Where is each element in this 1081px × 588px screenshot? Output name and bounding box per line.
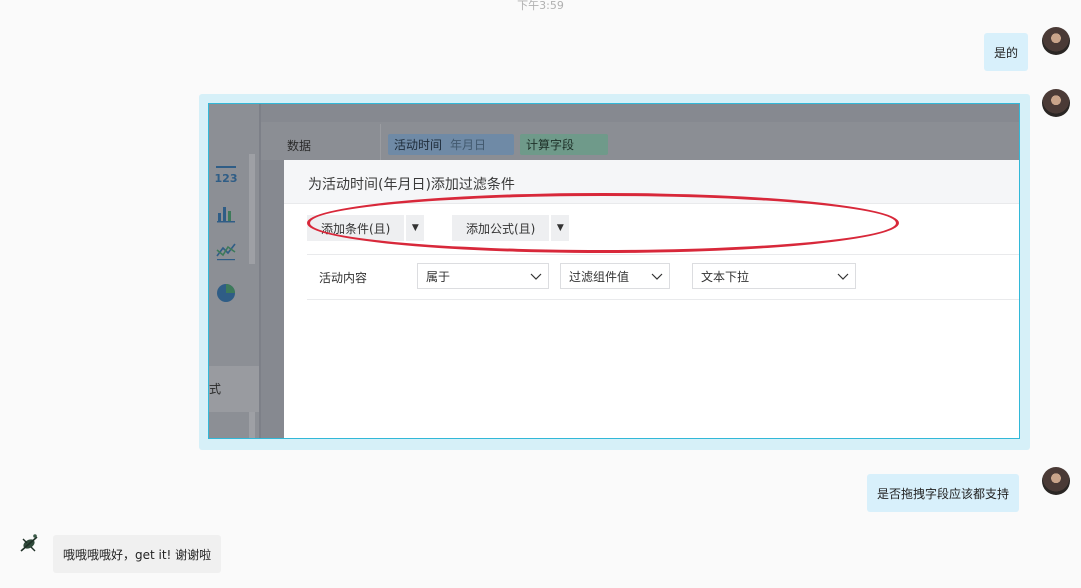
number-123-icon: 123 xyxy=(215,166,237,185)
chip-field-name: 活动时间 xyxy=(394,138,443,152)
operator-select-value: 属于 xyxy=(426,269,451,284)
bg-header-bar xyxy=(261,122,1019,160)
field-chip-time: 活动时间 年月日 xyxy=(388,134,514,155)
user-avatar[interactable] xyxy=(1042,467,1070,495)
contact-avatar-icon[interactable] xyxy=(17,531,41,555)
user-avatar[interactable] xyxy=(1042,89,1070,117)
filter-condition-row: 活动内容 属于 过滤组件值 文本下拉 xyxy=(307,254,1019,300)
pie-chart-icon xyxy=(217,284,235,302)
message-image-bubble[interactable]: 式 数据 活动时间 年月日 计算字段 123 为活动时间(年月日)添加过滤条件 … xyxy=(199,94,1030,450)
widget-select[interactable]: 文本下拉 xyxy=(692,263,856,289)
chevron-down-icon xyxy=(530,273,542,280)
user-avatar[interactable] xyxy=(1042,27,1070,55)
message-bubble-right[interactable]: 是否拖拽字段应该都支持 xyxy=(867,474,1020,512)
chevron-down-icon xyxy=(837,273,849,280)
filter-field-label: 活动内容 xyxy=(319,271,368,285)
widget-select-value: 文本下拉 xyxy=(701,269,750,284)
field-chip-calc: 计算字段 xyxy=(520,134,608,155)
chip-calc-name: 计算字段 xyxy=(526,138,575,152)
red-annotation-ellipse xyxy=(307,193,899,253)
message-text: 哦哦哦哦好，get it! 谢谢啦 xyxy=(63,547,212,562)
dialog-title: 为活动时间(年月日)添加过滤条件 xyxy=(308,177,515,193)
message-text: 是的 xyxy=(994,45,1019,60)
line-chart-icon xyxy=(216,243,236,261)
chat-timestamp: 下午3:59 xyxy=(517,0,564,12)
svg-text:123: 123 xyxy=(215,172,237,185)
operator-select[interactable]: 属于 xyxy=(417,263,549,289)
chip-field-sub: 年月日 xyxy=(450,138,487,152)
bar-chart-icon xyxy=(217,207,235,223)
message-text: 是否拖拽字段应该都支持 xyxy=(877,486,1010,501)
message-bubble-left[interactable]: 哦哦哦哦好，get it! 谢谢啦 xyxy=(53,535,222,573)
message-bubble-right[interactable]: 是的 xyxy=(984,33,1029,71)
value-type-select[interactable]: 过滤组件值 xyxy=(560,263,670,289)
bg-side-text: 式 xyxy=(209,382,222,396)
screenshot-image[interactable]: 式 数据 活动时间 年月日 计算字段 123 为活动时间(年月日)添加过滤条件 … xyxy=(208,103,1020,439)
value-type-select-value: 过滤组件值 xyxy=(569,269,630,284)
bg-scrollbar xyxy=(249,154,255,264)
bg-divider xyxy=(380,124,381,160)
chevron-down-icon xyxy=(651,273,663,280)
data-label: 数据 xyxy=(287,139,312,153)
